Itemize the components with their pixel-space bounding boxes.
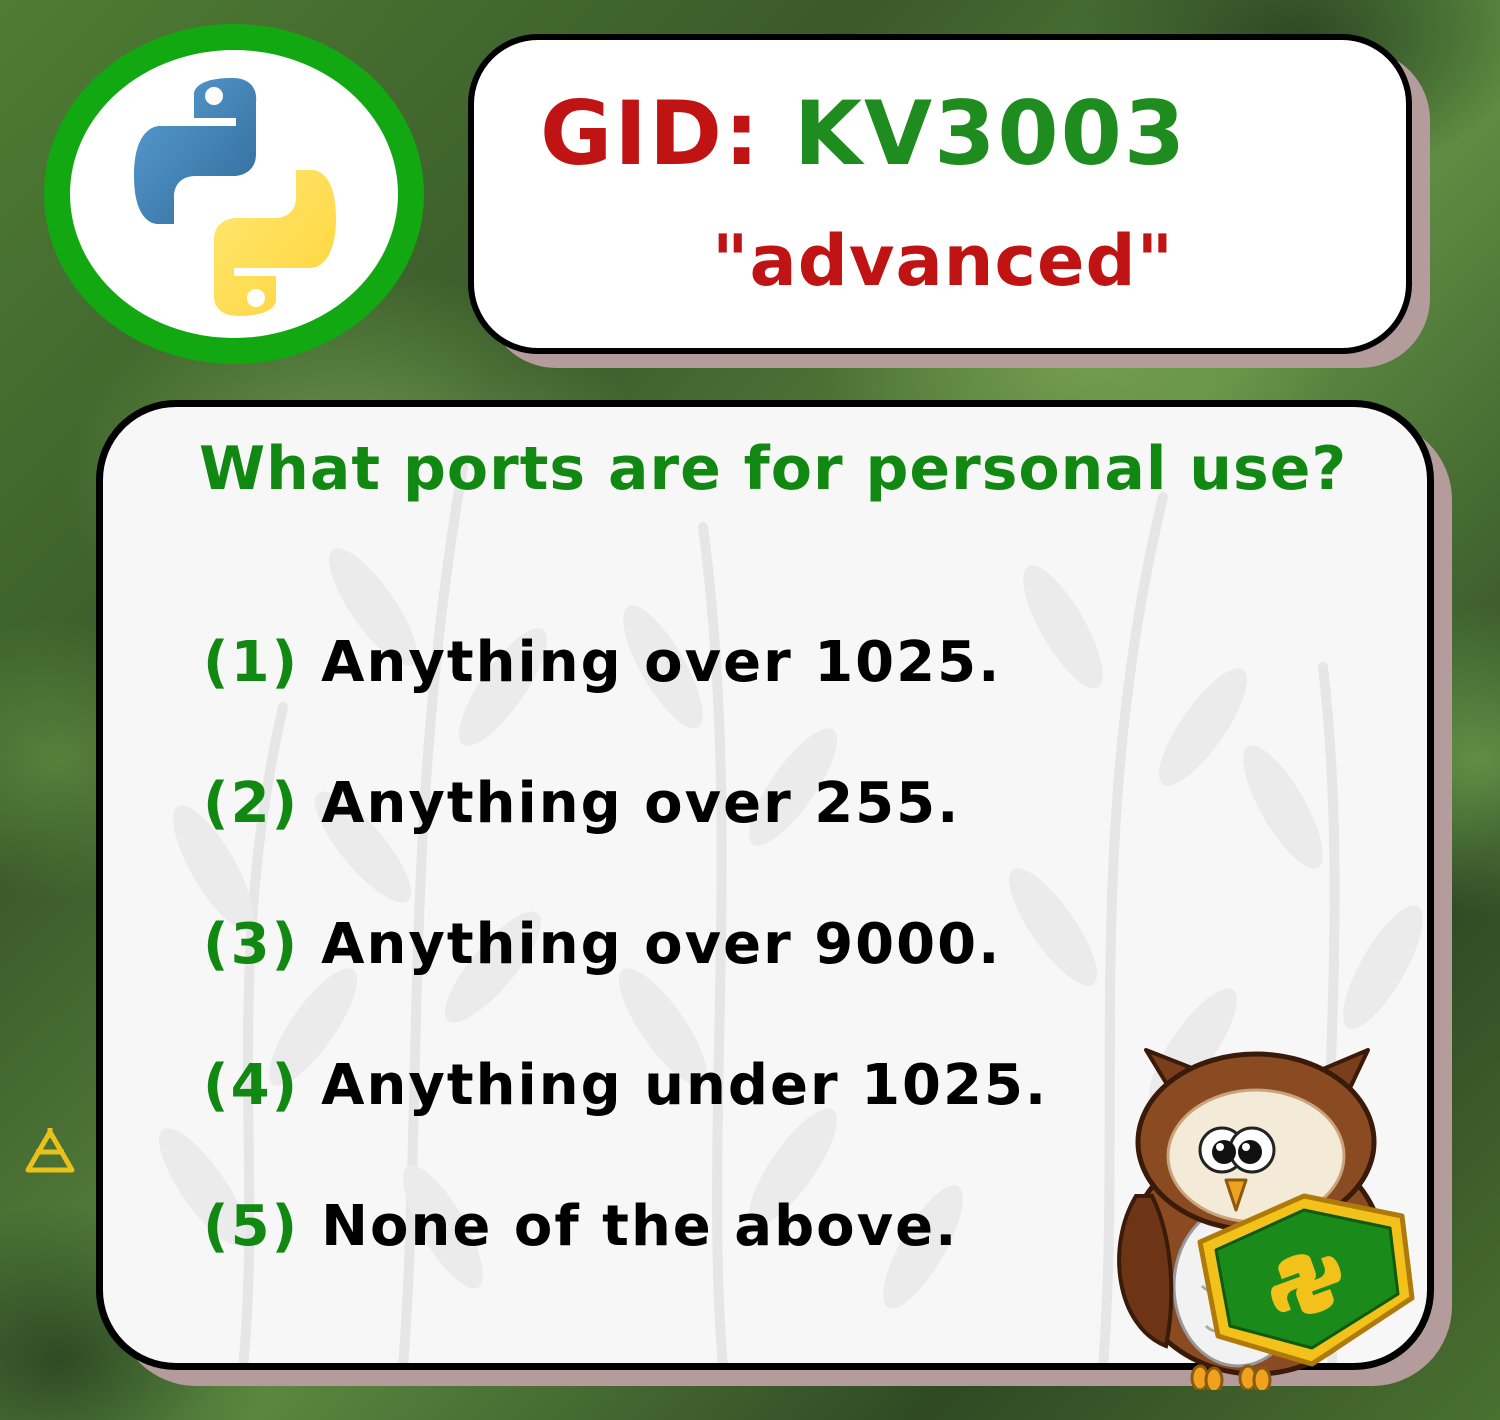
- owl-mascot-icon: [1117, 1048, 1415, 1390]
- gid-value: KV3003: [793, 82, 1188, 185]
- title-box: GID: KV3003 "advanced": [468, 34, 1412, 354]
- gid-label: GID:: [540, 82, 762, 185]
- option-number: (2): [203, 771, 300, 836]
- option-number: (1): [203, 630, 300, 695]
- difficulty-level: "advanced": [712, 220, 1175, 302]
- python-logo-icon: [134, 78, 336, 316]
- option-text: None of the above.: [321, 1194, 959, 1259]
- option-number: (4): [203, 1053, 300, 1118]
- option-number: (5): [203, 1194, 300, 1259]
- answer-option-2[interactable]: (2) Anything over 255.: [203, 770, 960, 837]
- option-text: Anything over 255.: [321, 771, 961, 836]
- triangle-mark-icon: [25, 1128, 75, 1173]
- gid-heading: GID: KV3003: [540, 90, 1187, 178]
- answer-option-1[interactable]: (1) Anything over 1025.: [203, 629, 1001, 696]
- option-text: Anything over 1025.: [321, 630, 1002, 695]
- option-text: Anything under 1025.: [321, 1053, 1049, 1118]
- answer-option-4[interactable]: (4) Anything under 1025.: [203, 1052, 1048, 1119]
- option-text: Anything over 9000.: [321, 912, 1002, 977]
- answer-option-5[interactable]: (5) None of the above.: [203, 1193, 958, 1260]
- python-logo-badge: [44, 24, 424, 364]
- question-text: What ports are for personal use?: [199, 434, 1348, 504]
- answer-option-3[interactable]: (3) Anything over 9000.: [203, 911, 1001, 978]
- option-number: (3): [203, 912, 300, 977]
